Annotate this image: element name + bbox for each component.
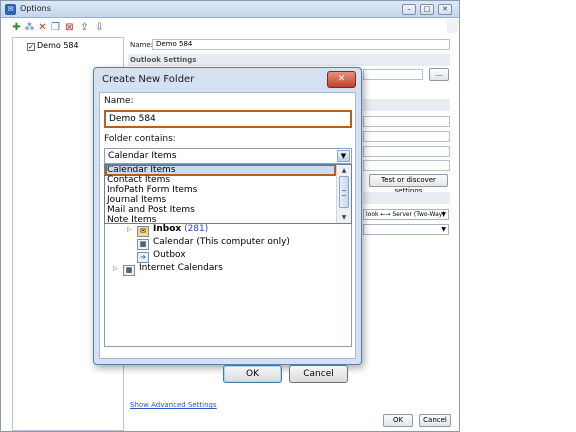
dialog-cancel-button[interactable]: Cancel — [289, 365, 348, 383]
chevron-down-icon: ▼ — [441, 211, 446, 218]
browse-button[interactable]: ... — [429, 68, 449, 81]
create-folder-dialog: Create New Folder ✕ Name: Demo 584 Folde… — [93, 67, 362, 383]
settings-field-2[interactable] — [363, 116, 450, 127]
list-item-mail-post[interactable]: Mail and Post Items — [106, 205, 335, 215]
calendar-label: Calendar (This computer only) — [153, 237, 290, 247]
app-icon: ✉ — [5, 4, 16, 15]
folder-contains-label: Folder contains: — [104, 134, 176, 144]
folder-name-input[interactable]: Demo 584 — [104, 110, 352, 128]
dialog-body: Name: Demo 584 Folder contains: Calendar… — [99, 92, 356, 383]
close-button[interactable]: ✕ — [438, 4, 452, 15]
tree-row-internet-calendars[interactable]: ▷ ▦ Internet Calendars — [113, 262, 223, 276]
outbox-label: Outbox — [153, 250, 186, 260]
test-settings-button[interactable]: Test or discover settings — [369, 174, 448, 195]
settings-field-3[interactable] — [363, 131, 450, 142]
dialog-ok-button[interactable]: OK — [223, 365, 282, 383]
remove-icon[interactable]: ⊠ — [64, 22, 75, 33]
close-icon: ✕ — [337, 74, 346, 84]
inbox-count: (281) — [184, 224, 209, 234]
folder-type-list: Calendar Items Contact Items InfoPath Fo… — [104, 164, 352, 224]
sync-direction-select[interactable]: look ←→ Server (Two-Way) ▼ — [363, 209, 449, 220]
list-item-journal[interactable]: Journal Items — [106, 195, 335, 205]
import-icon[interactable]: ⇩ — [94, 22, 105, 33]
name-field[interactable]: Demo 584 — [152, 39, 450, 50]
new-icon[interactable]: ✚ — [11, 22, 22, 33]
tree-row-inbox[interactable]: ▷ ✉ Inbox (281) — [127, 223, 209, 237]
copy-icon[interactable]: ❐ — [50, 22, 61, 33]
folder-type-combo[interactable]: Calendar Items ▼ — [104, 148, 352, 164]
maximize-button[interactable]: □ — [420, 4, 434, 15]
expand-icon[interactable]: ▷ — [113, 262, 123, 275]
list-item-infopath[interactable]: InfoPath Form Items — [106, 185, 335, 195]
tree-row-calendar[interactable]: ▦ Calendar (This computer only) — [137, 236, 290, 250]
list-scrollbar[interactable]: ▲ ▼ — [336, 165, 351, 223]
dialog-title: Create New Folder — [102, 74, 195, 85]
tree-item-label: Demo 584 — [37, 41, 79, 50]
scroll-up-icon[interactable]: ▲ — [339, 166, 349, 175]
internet-calendar-icon: ▦ — [123, 265, 135, 276]
tree-item-demo[interactable]: ✓ Demo 584 — [27, 41, 79, 51]
expand-icon[interactable]: ▷ — [127, 223, 137, 236]
settings-field-5[interactable] — [363, 160, 450, 171]
tree-row-outbox[interactable]: ➜ Outbox — [137, 249, 186, 263]
scroll-down-icon[interactable]: ▼ — [339, 213, 349, 222]
minimize-button[interactable]: – — [402, 4, 416, 15]
scroll-thumb[interactable] — [339, 176, 349, 208]
options-cancel-button[interactable]: Cancel — [419, 414, 451, 427]
export-icon[interactable]: ⇪ — [79, 22, 90, 33]
settings-field-1[interactable] — [363, 69, 423, 80]
folder-name-label: Name: — [104, 96, 134, 106]
internet-calendars-label: Internet Calendars — [139, 263, 223, 273]
add-icon[interactable]: ⁂ — [24, 22, 35, 33]
chevron-down-icon: ▼ — [441, 226, 446, 233]
chevron-down-icon[interactable]: ▼ — [337, 150, 350, 162]
options-ok-button[interactable]: OK — [383, 414, 413, 427]
folder-location-tree: ▷ ✉ Inbox (281) ▦ Calendar (This computer o… — [104, 224, 352, 347]
folder-type-value: Calendar Items — [108, 151, 177, 161]
delete-icon[interactable]: ✕ — [37, 22, 48, 33]
options-titlebar: ✉ Options – □ ✕ — [1, 1, 459, 18]
options-scrollbar[interactable] — [447, 19, 458, 33]
settings-section-2 — [363, 99, 450, 111]
secondary-select[interactable]: ▼ — [363, 224, 449, 235]
sync-direction-value: look ←→ Server (Two-Way) — [366, 211, 445, 218]
name-label: Name: — [130, 41, 154, 49]
tree-item-checkbox[interactable]: ✓ — [27, 43, 35, 51]
show-advanced-link[interactable]: Show Advanced Settings — [130, 401, 217, 409]
settings-section-3 — [363, 192, 450, 204]
outlook-settings-header: Outlook Settings — [128, 54, 450, 66]
list-item-calendar[interactable]: Calendar Items — [105, 165, 336, 176]
settings-field-4[interactable] — [363, 146, 450, 157]
list-item-contact[interactable]: Contact Items — [106, 175, 335, 185]
inbox-label: Inbox — [153, 224, 182, 234]
options-title: Options — [20, 4, 51, 13]
dialog-close-button[interactable]: ✕ — [327, 71, 356, 88]
